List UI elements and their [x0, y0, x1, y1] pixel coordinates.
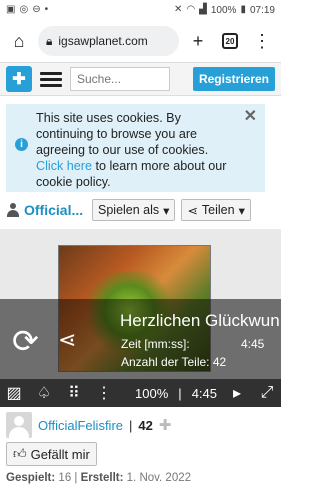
- gallery-notification-icon: ▣: [6, 4, 16, 15]
- puzzle-meta: Gespielt: 16 | Erstellt: 1. Nov. 2022: [6, 472, 191, 484]
- completion-stats: Zeit [mm:ss]: 4:45 Anzahl der Teile: 42: [121, 335, 264, 371]
- pieces-label: Anzahl der Teile:: [121, 355, 210, 369]
- time-label: Zeit [mm:ss]:: [121, 337, 190, 351]
- wifi-icon: ◠: [186, 4, 196, 15]
- played-label: Gespielt:: [6, 472, 56, 484]
- puzzle-piece-icon: ✚: [158, 417, 172, 434]
- tab-count: 20: [222, 33, 238, 49]
- puzzle-title-text: Official...: [24, 202, 84, 218]
- caret-down-icon: ▾: [238, 203, 245, 218]
- divider: |: [178, 385, 182, 401]
- sort-pieces-icon[interactable]: ⠿: [64, 383, 84, 403]
- avatar[interactable]: [6, 412, 32, 438]
- divider: |: [129, 417, 133, 433]
- thumbs-up-icon: 👍︎: [13, 446, 27, 461]
- fullscreen-icon[interactable]: ⤢: [257, 384, 277, 402]
- site-header: ✚ Registrieren: [0, 62, 281, 96]
- like-button[interactable]: 👍︎ Gefällt mir: [6, 442, 97, 466]
- status-bar: ▣ ◎ ⊖ • ✕ ◠ ▟ 100% ▮ 07:19: [0, 0, 281, 20]
- browser-toolbar: ⌂ 🔒︎ igsawplanet.com + 20 ⋮: [0, 20, 281, 62]
- share-dropdown[interactable]: ⋖ Teilen ▾: [181, 199, 251, 221]
- clock: 07:19: [249, 4, 275, 16]
- created-label: Erstellt:: [80, 472, 124, 484]
- more-menu-icon[interactable]: ⋮: [249, 28, 275, 54]
- minus-circle-icon: ⊖: [32, 4, 41, 15]
- home-icon[interactable]: ⌂: [6, 28, 32, 54]
- hamburger-menu-icon[interactable]: [40, 71, 62, 87]
- puzzle-canvas[interactable]: ⟳ ⋖ Herzlichen Glückwun Zeit [mm:ss]: 4:…: [0, 229, 281, 407]
- zoom-level[interactable]: 100%: [135, 386, 168, 401]
- cookie-text-before: This site uses cookies. By continuing to…: [36, 111, 209, 157]
- battery-percent: 100%: [210, 4, 237, 16]
- url-text: igsawplanet.com: [58, 34, 148, 48]
- author-name-link[interactable]: OfficialFelisfire: [38, 418, 123, 433]
- caret-down-icon: ▾: [163, 203, 170, 218]
- signal-icon: ▟: [199, 4, 207, 15]
- play-as-dropdown[interactable]: Spielen als ▾: [92, 199, 176, 221]
- search-input[interactable]: [70, 67, 170, 91]
- cookie-notice: i ✕ This site uses cookies. By continuin…: [6, 104, 265, 192]
- ghost-image-icon[interactable]: ♤: [34, 383, 54, 403]
- pieces-value: 42: [212, 355, 227, 369]
- image-preview-icon[interactable]: ▨: [4, 383, 24, 403]
- play-icon[interactable]: ▸: [227, 383, 247, 403]
- congrats-text: Herzlichen Glückwun: [120, 311, 280, 330]
- puzzle-control-bar: ▨ ♤ ⠿ ⋮ 100% | 4:45 ▸ ⤢: [0, 379, 281, 407]
- puzzle-title[interactable]: Official...: [6, 202, 86, 218]
- share-icon: ⋖: [187, 203, 198, 218]
- dot-icon: •: [44, 4, 49, 15]
- created-value: 1. Nov. 2022: [126, 472, 192, 484]
- address-bar[interactable]: 🔒︎ igsawplanet.com: [38, 26, 179, 56]
- mute-icon: ✕: [174, 4, 183, 15]
- author-row: OfficialFelisfire | 42 ✚: [6, 411, 275, 439]
- share-network-icon[interactable]: ⋖: [58, 327, 76, 353]
- meta-divider: |: [74, 472, 78, 484]
- played-value: 16: [58, 472, 72, 484]
- battery-icon: ▮: [240, 4, 246, 15]
- cookie-policy-link[interactable]: Click here: [36, 159, 92, 173]
- lock-icon: 🔒︎: [46, 33, 53, 48]
- share-label: Teilen: [201, 203, 235, 217]
- user-icon: [6, 203, 20, 217]
- replay-icon[interactable]: ⟳: [12, 324, 46, 358]
- notification-icon: ◎: [19, 4, 29, 15]
- piece-count: 42: [138, 417, 153, 433]
- tab-switcher-button[interactable]: 20: [217, 28, 243, 54]
- info-icon: i: [15, 138, 28, 151]
- options-menu-icon[interactable]: ⋮: [94, 383, 114, 403]
- play-as-label: Spielen als: [98, 203, 160, 217]
- puzzle-logo-icon[interactable]: ✚: [6, 66, 32, 92]
- close-icon[interactable]: ✕: [244, 109, 257, 125]
- new-tab-icon[interactable]: +: [185, 28, 211, 54]
- puzzle-title-row: Official... Spielen als ▾ ⋖ Teilen ▾: [6, 199, 275, 221]
- register-button[interactable]: Registrieren: [192, 67, 275, 91]
- like-label: Gefällt mir: [30, 446, 90, 462]
- time-value: 4:45: [241, 337, 265, 351]
- timer[interactable]: 4:45: [192, 386, 217, 401]
